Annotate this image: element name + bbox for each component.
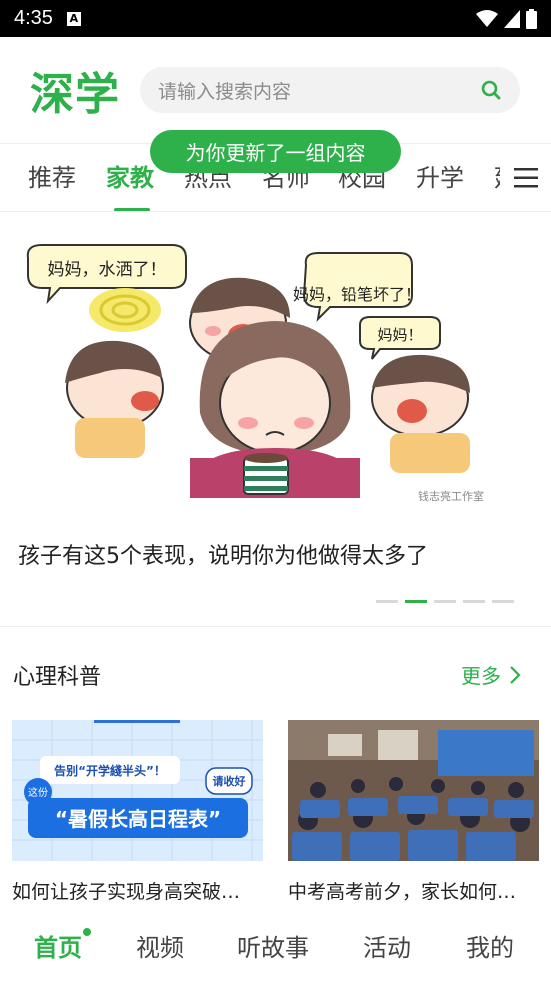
active-tab-indicator xyxy=(114,208,150,211)
status-time: 4:35 xyxy=(14,7,53,29)
article-card[interactable]: 告别“开学綫半头”！ 请收好 这份 “暑假长高日程表” 如何让孩子实现身高突破… xyxy=(12,720,263,904)
tab-menu-button[interactable] xyxy=(500,144,551,211)
battery-icon xyxy=(526,8,537,29)
nav-stories[interactable]: 听故事 xyxy=(237,928,309,963)
thumb-main: “暑假长高日程表” xyxy=(55,807,221,831)
notification-a-icon: A xyxy=(66,11,81,26)
more-label: 更多 xyxy=(461,664,501,688)
search-icon[interactable] xyxy=(480,79,502,101)
tab-admission[interactable]: 升学 xyxy=(416,158,464,193)
carousel-dot-active xyxy=(405,600,427,603)
nav-activities[interactable]: 活动 xyxy=(363,928,411,963)
article-thumbnail xyxy=(288,720,539,861)
wifi-icon xyxy=(476,9,498,27)
section-title: 心理科普 xyxy=(13,665,102,690)
thumb-badge-right: 请收好 xyxy=(213,774,246,788)
banner-watermark: 钱志亮工作室 xyxy=(418,489,484,503)
speech-bubble-1: 妈妈，水洒了！ xyxy=(48,260,167,280)
tab-family-education[interactable]: 家教 xyxy=(106,158,154,193)
banner-illustration: 妈妈，水洒了！ 妈妈，铅笔坏了！ 妈妈！ 钱志亮工作室 xyxy=(0,213,551,518)
carousel-dot xyxy=(492,600,514,603)
carousel-dots xyxy=(376,600,514,603)
chevron-right-icon xyxy=(510,665,521,684)
nav-video[interactable]: 视频 xyxy=(136,928,184,963)
carousel-dot xyxy=(463,600,485,603)
more-button[interactable]: 更多 xyxy=(461,660,521,689)
update-toast: 为你更新了一组内容 xyxy=(150,130,401,173)
search-bar[interactable]: 请输入搜索内容 xyxy=(140,67,520,113)
carousel-dot xyxy=(434,600,456,603)
speech-bubble-2: 妈妈，铅笔坏了！ xyxy=(293,285,421,304)
psychology-section-header: 心理科普 更多 xyxy=(0,645,551,699)
app-logo: 深学 xyxy=(30,69,120,120)
tab-recommend[interactable]: 推荐 xyxy=(28,158,76,193)
carousel-dot xyxy=(376,600,398,603)
nav-home-badge-dot xyxy=(83,928,91,936)
search-placeholder: 请输入搜索内容 xyxy=(158,80,292,103)
banner-title[interactable]: 孩子有这5个表现，说明你为他做得太多了 xyxy=(18,538,428,570)
menu-icon xyxy=(513,167,538,187)
featured-banner[interactable]: 妈妈，水洒了！ 妈妈，铅笔坏了！ 妈妈！ 钱志亮工作室 孩子有这5个表现，说明你… xyxy=(0,213,551,627)
status-bar: 4:35 A xyxy=(0,0,551,37)
article-caption: 中考高考前夕，家长如何… xyxy=(288,881,517,903)
signal-icon xyxy=(504,9,520,28)
article-card[interactable]: 中考高考前夕，家长如何… xyxy=(288,720,539,904)
top-header: 深学 请输入搜索内容 xyxy=(0,37,551,144)
nav-mine[interactable]: 我的 xyxy=(466,928,514,963)
bottom-navigation: 首页 视频 听故事 活动 我的 xyxy=(0,908,551,981)
article-caption: 如何让孩子实现身高突破… xyxy=(12,881,241,903)
app-screen: 4:35 A 深学 请输入搜索内容 为你更新了一组内容 推荐 家教 热点 名师 … xyxy=(0,0,551,981)
thumb-line1: 告别“开学綫半头”！ xyxy=(54,763,166,778)
nav-home[interactable]: 首页 xyxy=(34,928,82,963)
thumb-badge-left: 这份 xyxy=(28,786,48,799)
article-thumbnail: 告别“开学綫半头”！ 请收好 这份 “暑假长高日程表” xyxy=(12,720,263,861)
speech-bubble-3: 妈妈！ xyxy=(377,326,422,344)
status-icons xyxy=(476,8,537,29)
